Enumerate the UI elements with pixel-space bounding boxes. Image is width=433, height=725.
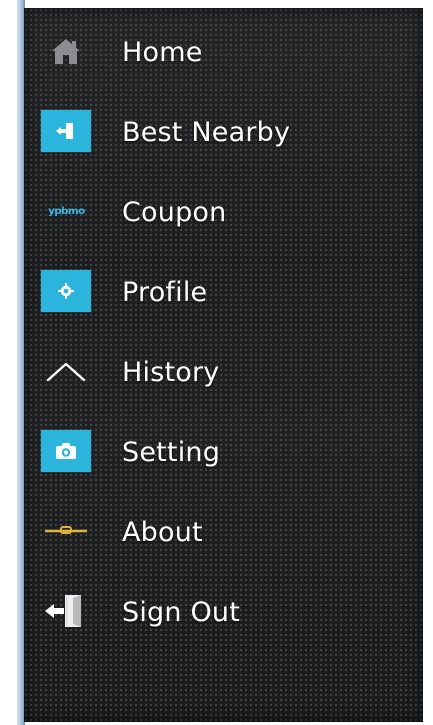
menu-item-coupon[interactable]: ypbmo Coupon <box>24 173 423 253</box>
camera-icon <box>41 429 91 473</box>
icon-tile <box>41 430 91 472</box>
screenshot-frame: Home Best Nearby ypbmo Coupon Profile Hi… <box>0 0 433 725</box>
sign-out-door-icon <box>41 589 91 633</box>
menu-item-setting[interactable]: Setting <box>24 413 423 493</box>
menu-item-label: Sign Out <box>122 597 241 628</box>
menu-item-best-nearby[interactable]: Best Nearby <box>24 93 423 173</box>
drawer-menu: Home Best Nearby ypbmo Coupon Profile Hi… <box>24 13 423 653</box>
menu-item-sign-out[interactable]: Sign Out <box>24 573 423 653</box>
location-entry-icon <box>41 109 91 153</box>
coupon-logo-text: ypbmo <box>47 205 85 217</box>
menu-item-profile[interactable]: Profile <box>24 253 423 333</box>
menu-item-label: Coupon <box>122 197 227 228</box>
menu-item-about[interactable]: About <box>24 493 423 573</box>
home-icon <box>41 29 91 73</box>
menu-item-home[interactable]: Home <box>24 13 423 93</box>
menu-item-label: History <box>122 357 220 388</box>
menu-item-label: Home <box>122 37 203 68</box>
gear-icon <box>41 269 91 313</box>
icon-tile <box>41 110 91 152</box>
menu-item-label: About <box>122 517 203 548</box>
chevron-up-icon <box>41 349 91 393</box>
menu-item-history[interactable]: History <box>24 333 423 413</box>
line-icon <box>41 509 91 553</box>
menu-item-label: Setting <box>122 437 221 468</box>
icon-tile <box>41 270 91 312</box>
coupon-logo-icon: ypbmo <box>41 189 91 233</box>
menu-item-label: Best Nearby <box>122 117 291 148</box>
menu-item-label: Profile <box>122 277 208 308</box>
navigation-drawer: Home Best Nearby ypbmo Coupon Profile Hi… <box>24 8 423 722</box>
